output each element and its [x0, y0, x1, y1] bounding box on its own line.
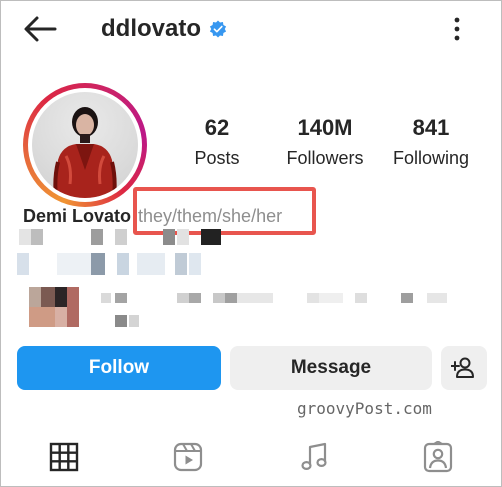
follow-button[interactable]: Follow [17, 346, 221, 390]
reels-icon[interactable] [173, 441, 203, 473]
posts-count: 62 [204, 115, 230, 140]
back-arrow-icon[interactable] [23, 15, 57, 43]
suggested-accounts-button[interactable] [441, 346, 487, 390]
avatar-story-ring[interactable] [23, 83, 147, 207]
posts-label: Posts [194, 148, 240, 168]
message-button[interactable]: Message [230, 346, 432, 390]
followers-label: Followers [286, 148, 364, 168]
profile-name: Demi Lovato [23, 206, 132, 226]
tagged-icon[interactable] [423, 441, 453, 473]
grid-icon[interactable] [49, 441, 79, 473]
watermark: groovyPost.com [297, 399, 432, 418]
pronouns-highlight-box [133, 187, 316, 235]
music-note-icon[interactable] [299, 441, 329, 473]
stat-posts[interactable]: 62 Posts [181, 115, 253, 169]
username: ddlovato [101, 15, 201, 42]
pixelated-bio [17, 229, 457, 333]
header-username: ddlovato [101, 11, 227, 47]
following-count: 841 [412, 115, 450, 140]
more-options-icon[interactable] [449, 15, 465, 43]
avatar [32, 92, 138, 198]
verified-badge-icon [209, 20, 227, 38]
stat-following[interactable]: 841 Following [385, 115, 477, 169]
profile-photo-illustration [53, 107, 117, 198]
followers-count: 140M [297, 115, 353, 140]
add-user-icon [451, 357, 474, 378]
following-label: Following [392, 148, 470, 168]
stat-followers[interactable]: 140M Followers [279, 115, 371, 169]
